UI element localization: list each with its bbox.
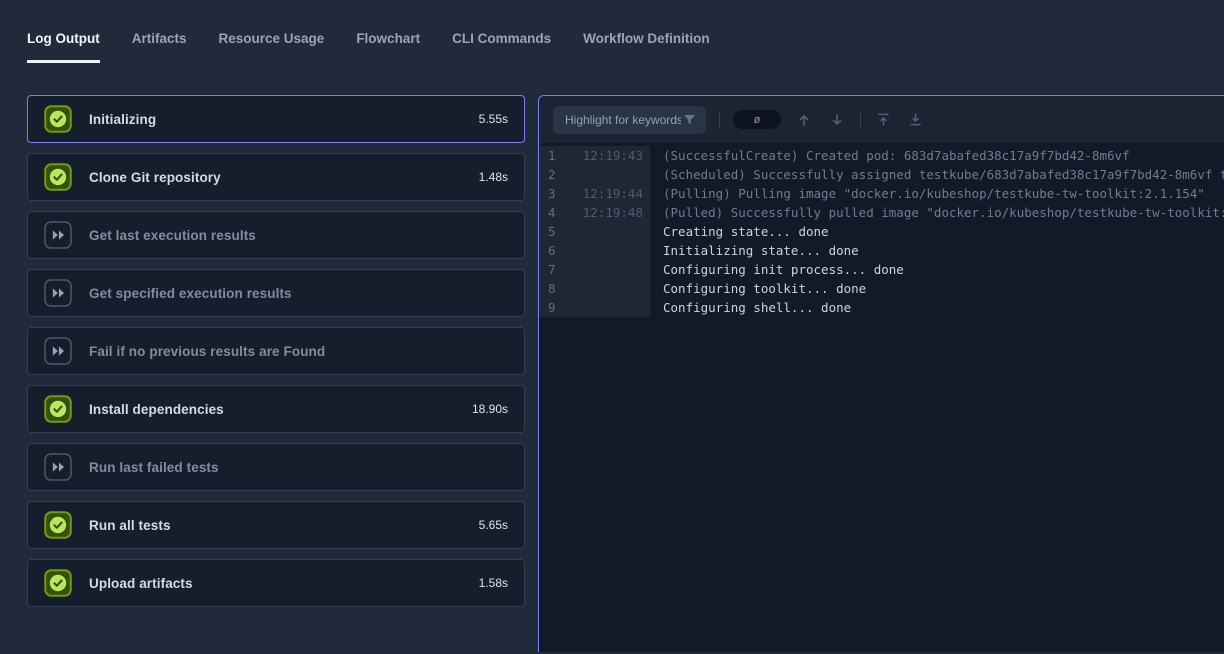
step-label: Clone Git repository <box>89 170 221 185</box>
log-text: Creating state... done <box>650 222 829 241</box>
next-match-button[interactable] <box>827 110 847 130</box>
log-text: Configuring toolkit... done <box>650 279 866 298</box>
step-duration: 1.58s <box>479 576 508 590</box>
step-label: Fail if no previous results are Found <box>89 344 325 359</box>
timestamp <box>566 165 650 184</box>
scroll-to-bottom-button[interactable] <box>906 110 925 129</box>
tab-flowchart[interactable]: Flowchart <box>356 31 420 63</box>
check-icon <box>44 163 72 191</box>
step-item-upload-artifacts[interactable]: Upload artifacts 1.58s <box>27 559 525 607</box>
step-item-get-specified-execution-results[interactable]: Get specified execution results <box>27 269 525 317</box>
log-line: 412:19:48(Pulled) Successfully pulled im… <box>539 203 1224 222</box>
tab-log-output[interactable]: Log Output <box>27 31 100 63</box>
step-label: Get specified execution results <box>89 286 292 301</box>
line-number: 5 <box>539 222 566 241</box>
line-number: 4 <box>539 203 566 222</box>
log-text: Configuring init process... done <box>650 260 904 279</box>
step-label: Run all tests <box>89 518 171 533</box>
step-label: Install dependencies <box>89 402 224 417</box>
tab-workflow-definition[interactable]: Workflow Definition <box>583 31 710 63</box>
skip-icon <box>44 453 72 481</box>
timestamp: 12:19:48 <box>566 203 650 222</box>
log-text: (Scheduled) Successfully assigned testku… <box>650 165 1224 184</box>
step-duration: 5.55s <box>479 112 508 126</box>
timestamp <box>566 279 650 298</box>
line-number: 2 <box>539 165 566 184</box>
check-icon <box>44 395 72 423</box>
log-text: (Pulled) Successfully pulled image "dock… <box>650 203 1224 222</box>
tab-bar: Log Output Artifacts Resource Usage Flow… <box>0 0 1224 63</box>
step-duration: 5.65s <box>479 518 508 532</box>
previous-match-button[interactable] <box>794 110 814 130</box>
line-number: 1 <box>539 146 566 165</box>
timestamp <box>566 222 650 241</box>
step-item-run-all-tests[interactable]: Run all tests 5.65s <box>27 501 525 549</box>
skip-icon <box>44 337 72 365</box>
log-toolbar: ø <box>539 96 1224 143</box>
line-number: 8 <box>539 279 566 298</box>
log-text: (SuccessfulCreate) Created pod: 683d7aba… <box>650 146 1130 165</box>
filter-icon <box>683 114 696 126</box>
check-icon <box>44 105 72 133</box>
step-item-run-last-failed-tests[interactable]: Run last failed tests <box>27 443 525 491</box>
timestamp <box>566 241 650 260</box>
line-number: 6 <box>539 241 566 260</box>
toolbar-divider <box>719 112 720 128</box>
log-panel: ø 112:19:43(SuccessfulCreate) Created po… <box>538 95 1224 652</box>
step-duration: 1.48s <box>479 170 508 184</box>
check-icon <box>44 511 72 539</box>
scroll-to-top-button[interactable] <box>874 110 893 129</box>
log-line: 7 Configuring init process... done <box>539 260 1224 279</box>
line-number: 9 <box>539 298 566 317</box>
log-line: 9 Configuring shell... done <box>539 298 1224 317</box>
log-line: 6 Initializing state... done <box>539 241 1224 260</box>
step-item-get-last-execution-results[interactable]: Get last execution results <box>27 211 525 259</box>
keyword-search-input[interactable] <box>563 112 683 128</box>
log-text: (Pulling) Pulling image "docker.io/kubes… <box>650 184 1205 203</box>
skip-icon <box>44 221 72 249</box>
skip-icon <box>44 279 72 307</box>
log-line: 2 (Scheduled) Successfully assigned testk… <box>539 165 1224 184</box>
log-line: 8 Configuring toolkit... done <box>539 279 1224 298</box>
main-content: Initializing 5.55s Clone Git repository … <box>0 95 1224 652</box>
log-line: 5 Creating state... done <box>539 222 1224 241</box>
step-label: Run last failed tests <box>89 460 219 475</box>
timestamp: 12:19:44 <box>566 184 650 203</box>
check-icon <box>44 569 72 597</box>
step-label: Upload artifacts <box>89 576 193 591</box>
line-number: 3 <box>539 184 566 203</box>
keyword-search <box>553 106 706 134</box>
log-lines[interactable]: 112:19:43(SuccessfulCreate) Created pod:… <box>539 143 1224 652</box>
tab-resource-usage[interactable]: Resource Usage <box>219 31 325 63</box>
line-number: 7 <box>539 260 566 279</box>
log-line: 312:19:44(Pulling) Pulling image "docker… <box>539 184 1224 203</box>
step-item-initializing[interactable]: Initializing 5.55s <box>27 95 525 143</box>
tab-cli-commands[interactable]: CLI Commands <box>452 31 551 63</box>
step-item-install-dependencies[interactable]: Install dependencies 18.90s <box>27 385 525 433</box>
timestamp <box>566 260 650 279</box>
log-text: Initializing state... done <box>650 241 859 260</box>
match-count-badge: ø <box>733 110 781 129</box>
step-duration: 18.90s <box>472 402 508 416</box>
log-line: 112:19:43(SuccessfulCreate) Created pod:… <box>539 146 1224 165</box>
step-label: Get last execution results <box>89 228 256 243</box>
step-label: Initializing <box>89 112 156 127</box>
timestamp <box>566 298 650 317</box>
timestamp: 12:19:43 <box>566 146 650 165</box>
steps-panel: Initializing 5.55s Clone Git repository … <box>27 95 525 652</box>
step-item-fail-if-no-previous-results[interactable]: Fail if no previous results are Found <box>27 327 525 375</box>
tab-artifacts[interactable]: Artifacts <box>132 31 187 63</box>
toolbar-divider <box>860 112 861 128</box>
step-item-clone-git-repository[interactable]: Clone Git repository 1.48s <box>27 153 525 201</box>
log-text: Configuring shell... done <box>650 298 851 317</box>
